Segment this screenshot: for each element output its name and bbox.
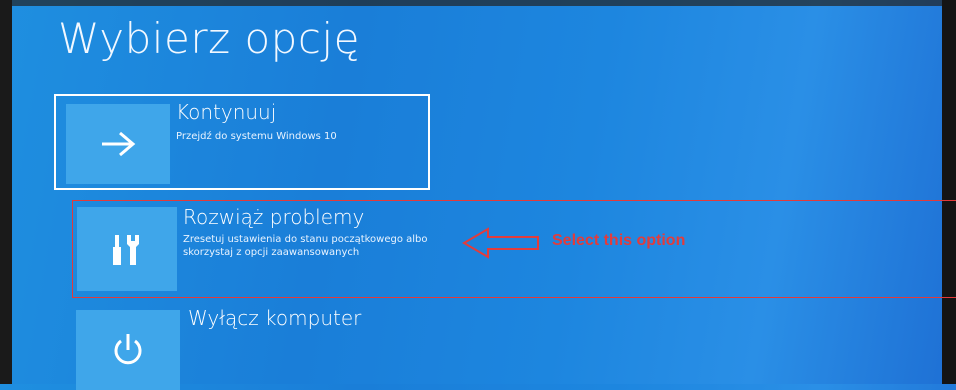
photo-frame-left [0, 0, 12, 384]
option-continue-description: Przejdź do systemu Windows 10 [176, 131, 337, 142]
option-shutdown[interactable]: Wyłącz komputer [76, 306, 476, 390]
option-continue[interactable]: Kontynuuj Przejdź do systemu Windows 10 [54, 94, 430, 190]
option-shutdown-title: Wyłącz komputer [188, 306, 362, 330]
option-shutdown-tile[interactable] [76, 310, 180, 390]
option-continue-title: Kontynuuj [176, 100, 277, 124]
option-troubleshoot-description: Zresetuj ustawienia do stanu początkoweg… [183, 234, 428, 258]
power-icon [114, 334, 142, 365]
arrow-right-icon [102, 131, 136, 157]
annotation-label: Select this option [552, 232, 686, 249]
annotation-arrow-icon [462, 227, 539, 259]
photo-frame-right [942, 0, 956, 384]
page-title: Wybierz opcję [58, 14, 360, 63]
option-troubleshoot-tile[interactable] [77, 207, 177, 291]
tools-icon [113, 235, 139, 265]
option-continue-tile[interactable] [66, 104, 170, 184]
photo-frame-top [0, 0, 956, 6]
option-troubleshoot-title: Rozwiąż problemy [183, 205, 365, 229]
